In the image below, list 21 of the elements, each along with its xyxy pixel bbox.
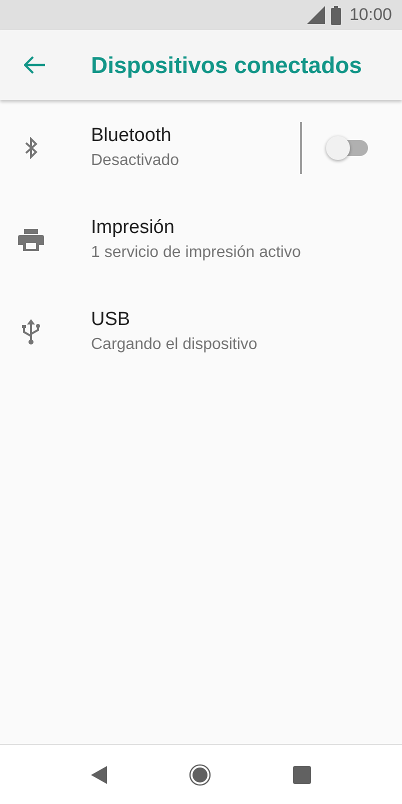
item-title: Impresión — [91, 216, 176, 240]
bluetooth-icon — [24, 137, 38, 159]
back-icon[interactable] — [91, 766, 107, 784]
back-arrow-icon — [24, 56, 46, 74]
item-subtitle: Cargando el dispositivo — [91, 335, 258, 355]
usb-icon — [22, 319, 40, 345]
item-title: USB — [91, 308, 132, 332]
settings-item[interactable]: Bluetooth Desactivado — [0, 102, 402, 194]
battery-icon — [331, 6, 342, 24]
item-subtitle: Desactivado — [91, 151, 180, 171]
toggle-switch[interactable] — [326, 136, 370, 160]
page-title: Dispositivos conectados — [91, 50, 362, 80]
signal-icon — [307, 6, 326, 24]
printer-icon — [18, 229, 44, 251]
settings-item[interactable]: Impresión 1 servicio de impresión activo — [0, 194, 402, 286]
recents-icon[interactable] — [293, 766, 311, 784]
item-title: Bluetooth — [91, 124, 172, 148]
status-time: 10:00 — [349, 4, 392, 26]
item-subtitle: 1 servicio de impresión activo — [91, 243, 302, 263]
home-icon[interactable] — [189, 764, 211, 786]
settings-item[interactable]: USB Cargando el dispositivo — [0, 286, 402, 378]
